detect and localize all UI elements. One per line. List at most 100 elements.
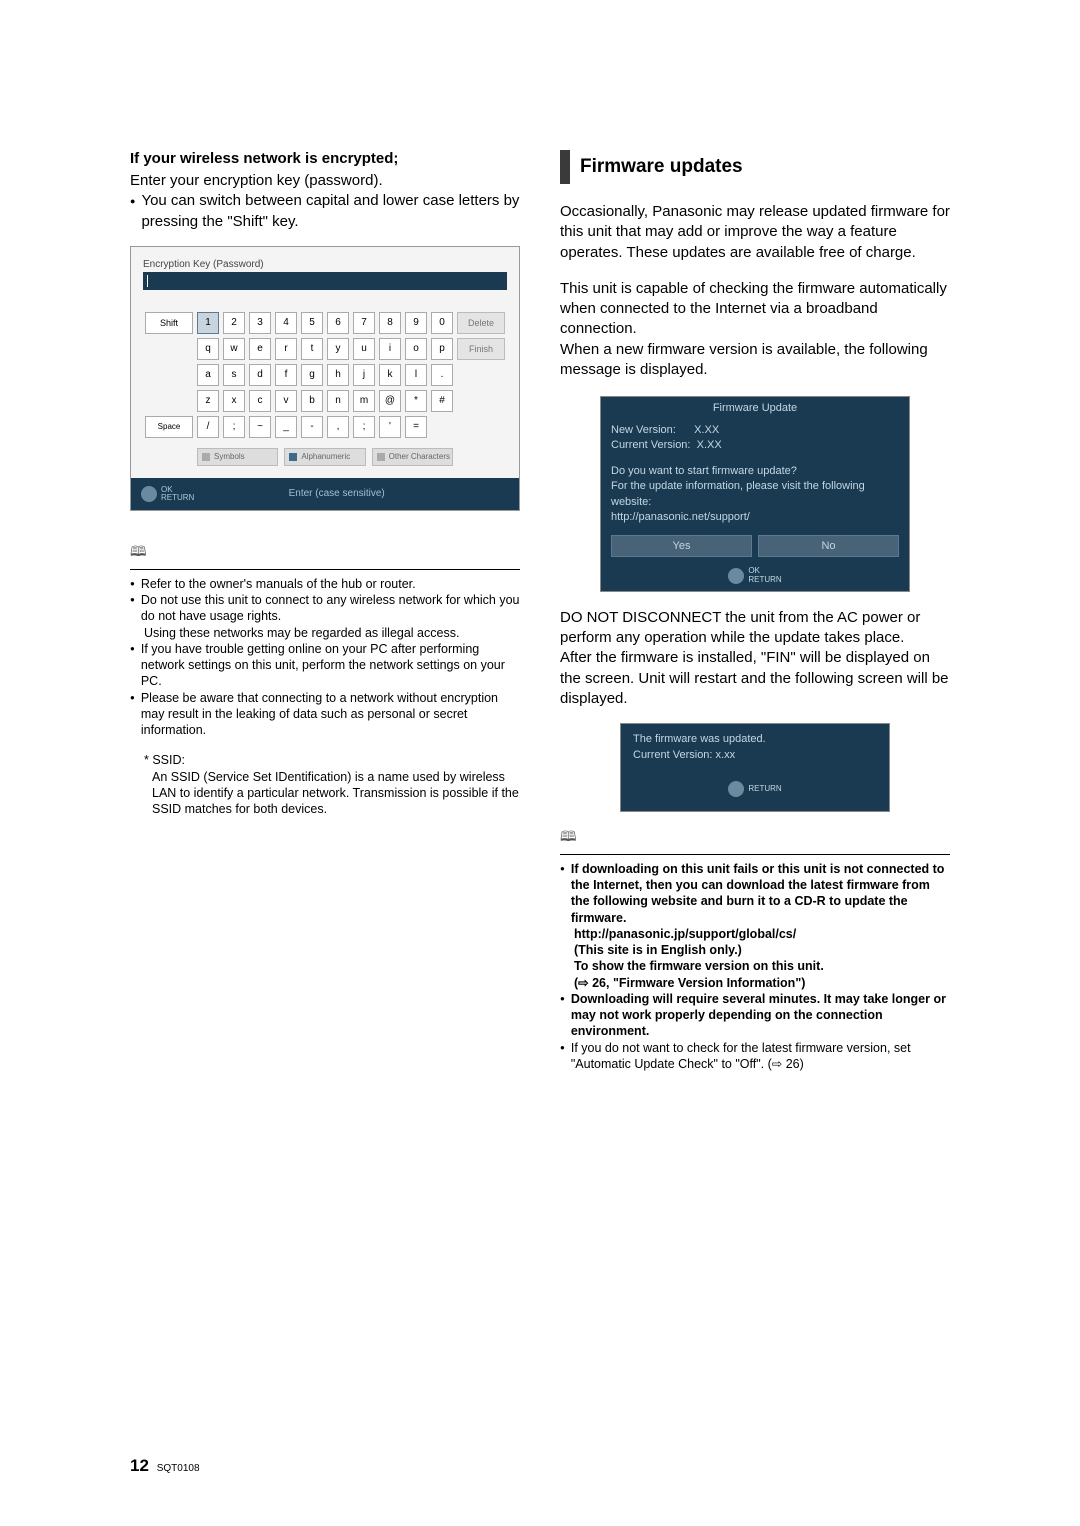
note-icon: 🕮 bbox=[560, 826, 950, 850]
fw-note-1b: http://panasonic.jp/support/global/cs/ bbox=[560, 926, 950, 942]
firmware-update-dialog: Firmware Update New Version: X.XX Curren… bbox=[600, 396, 910, 592]
key-0[interactable]: 0 bbox=[431, 312, 453, 334]
fw-note-1d: To show the firmware version on this uni… bbox=[560, 958, 950, 974]
done-current-label: Current Version: bbox=[633, 749, 712, 761]
fw-para5: After the firmware is installed, "FIN" w… bbox=[560, 648, 950, 709]
key-3[interactable]: 3 bbox=[249, 312, 271, 334]
key-j[interactable]: j bbox=[353, 364, 375, 386]
key-comma[interactable]: , bbox=[327, 416, 349, 438]
key-c[interactable]: c bbox=[249, 390, 271, 412]
key-h[interactable]: h bbox=[327, 364, 349, 386]
key-k[interactable]: k bbox=[379, 364, 401, 386]
key-2[interactable]: 2 bbox=[223, 312, 245, 334]
key-6[interactable]: 6 bbox=[327, 312, 349, 334]
ssid-text: An SSID (Service Set IDentification) is … bbox=[130, 769, 520, 818]
key-at[interactable]: @ bbox=[379, 390, 401, 412]
key-n[interactable]: n bbox=[327, 390, 349, 412]
done-line1: The firmware was updated. bbox=[633, 732, 877, 747]
return-label: RETURN bbox=[748, 785, 781, 794]
key-g[interactable]: g bbox=[301, 364, 323, 386]
note-2: Do not use this unit to connect to any w… bbox=[130, 592, 520, 625]
shift-key[interactable]: Shift bbox=[145, 312, 193, 334]
key-b[interactable]: b bbox=[301, 390, 323, 412]
return-label: RETURN bbox=[161, 494, 194, 502]
key-r[interactable]: r bbox=[275, 338, 297, 360]
key-tilde[interactable]: ~ bbox=[249, 416, 271, 438]
mode-alpha[interactable]: Alphanumeric bbox=[284, 448, 365, 466]
fw-note-1: If downloading on this unit fails or thi… bbox=[560, 861, 950, 926]
key-l[interactable]: l bbox=[405, 364, 427, 386]
mode-other[interactable]: Other Characters bbox=[372, 448, 453, 466]
kb-footer-center: Enter (case sensitive) bbox=[194, 488, 479, 499]
encryption-heading: If your wireless network is encrypted; bbox=[130, 150, 520, 167]
key-1[interactable]: 1 bbox=[197, 312, 219, 334]
key-semi[interactable]: ; bbox=[223, 416, 245, 438]
encryption-para: Enter your encryption key (password). bbox=[130, 171, 520, 191]
key-star[interactable]: * bbox=[405, 390, 427, 412]
key-apos[interactable]: ' bbox=[379, 416, 401, 438]
key-x[interactable]: x bbox=[223, 390, 245, 412]
key-7[interactable]: 7 bbox=[353, 312, 375, 334]
key-s[interactable]: s bbox=[223, 364, 245, 386]
finish-key[interactable]: Finish bbox=[457, 338, 505, 360]
fw-note-1c: (This site is in English only.) bbox=[560, 942, 950, 958]
fw-note-1e: (⇨ 26, "Firmware Version Information") bbox=[560, 975, 950, 991]
key-9[interactable]: 9 bbox=[405, 312, 427, 334]
key-m[interactable]: m bbox=[353, 390, 375, 412]
kb-footer: OK RETURN Enter (case sensitive) bbox=[131, 478, 519, 510]
key-w[interactable]: w bbox=[223, 338, 245, 360]
fw-para2: This unit is capable of checking the fir… bbox=[560, 279, 950, 340]
key-t[interactable]: t bbox=[301, 338, 323, 360]
firmware-heading: Firmware updates bbox=[560, 150, 950, 184]
onscreen-keyboard: Encryption Key (Password) Shift 1 2 3 4 … bbox=[130, 246, 520, 511]
fw-note-2: Downloading will require several minutes… bbox=[560, 991, 950, 1040]
key-e[interactable]: e bbox=[249, 338, 271, 360]
key-u[interactable]: u bbox=[353, 338, 375, 360]
key-semi2[interactable]: ; bbox=[353, 416, 375, 438]
dialog-q3: http://panasonic.net/support/ bbox=[611, 510, 899, 525]
key-q[interactable]: q bbox=[197, 338, 219, 360]
key-8[interactable]: 8 bbox=[379, 312, 401, 334]
current-version-value: X.XX bbox=[697, 439, 722, 451]
return-label: RETURN bbox=[748, 576, 781, 585]
new-version-label: New Version: bbox=[611, 424, 676, 436]
key-4[interactable]: 4 bbox=[275, 312, 297, 334]
key-f[interactable]: f bbox=[275, 364, 297, 386]
key-under[interactable]: _ bbox=[275, 416, 297, 438]
key-hash[interactable]: # bbox=[431, 390, 453, 412]
nav-circle-icon bbox=[141, 486, 157, 502]
key-i[interactable]: i bbox=[379, 338, 401, 360]
no-button[interactable]: No bbox=[758, 535, 899, 557]
key-z[interactable]: z bbox=[197, 390, 219, 412]
key-d[interactable]: d bbox=[249, 364, 271, 386]
firmware-done-dialog: The firmware was updated. Current Versio… bbox=[620, 723, 890, 812]
delete-key[interactable]: Delete bbox=[457, 312, 505, 334]
page-number: 12 SQT0108 bbox=[130, 1456, 200, 1476]
key-5[interactable]: 5 bbox=[301, 312, 323, 334]
mode-symbols[interactable]: Symbols bbox=[197, 448, 278, 466]
dialog-q1: Do you want to start firmware update? bbox=[611, 464, 899, 479]
fw-para1: Occasionally, Panasonic may release upda… bbox=[560, 202, 950, 263]
key-v[interactable]: v bbox=[275, 390, 297, 412]
fw-para3: When a new firmware version is available… bbox=[560, 340, 950, 381]
right-column: Firmware updates Occasionally, Panasonic… bbox=[560, 150, 950, 1072]
key-a[interactable]: a bbox=[197, 364, 219, 386]
space-key[interactable]: Space bbox=[145, 416, 193, 438]
key-o[interactable]: o bbox=[405, 338, 427, 360]
key-dash[interactable]: - bbox=[301, 416, 323, 438]
kb-title: Encryption Key (Password) bbox=[143, 259, 507, 270]
key-p[interactable]: p bbox=[431, 338, 453, 360]
key-y[interactable]: y bbox=[327, 338, 349, 360]
left-column: If your wireless network is encrypted; E… bbox=[130, 150, 520, 1072]
shift-bullet: You can switch between capital and lower… bbox=[130, 191, 520, 232]
note-1: Refer to the owner's manuals of the hub … bbox=[130, 576, 520, 592]
key-slash[interactable]: / bbox=[197, 416, 219, 438]
key-dot[interactable]: . bbox=[431, 364, 453, 386]
note-3: If you have trouble getting online on yo… bbox=[130, 641, 520, 690]
fw-para4: DO NOT DISCONNECT the unit from the AC p… bbox=[560, 608, 950, 649]
key-eq[interactable]: = bbox=[405, 416, 427, 438]
yes-button[interactable]: Yes bbox=[611, 535, 752, 557]
current-version-label: Current Version: bbox=[611, 439, 690, 451]
dialog-q2: For the update information, please visit… bbox=[611, 479, 899, 510]
kb-input-field[interactable] bbox=[143, 272, 507, 290]
